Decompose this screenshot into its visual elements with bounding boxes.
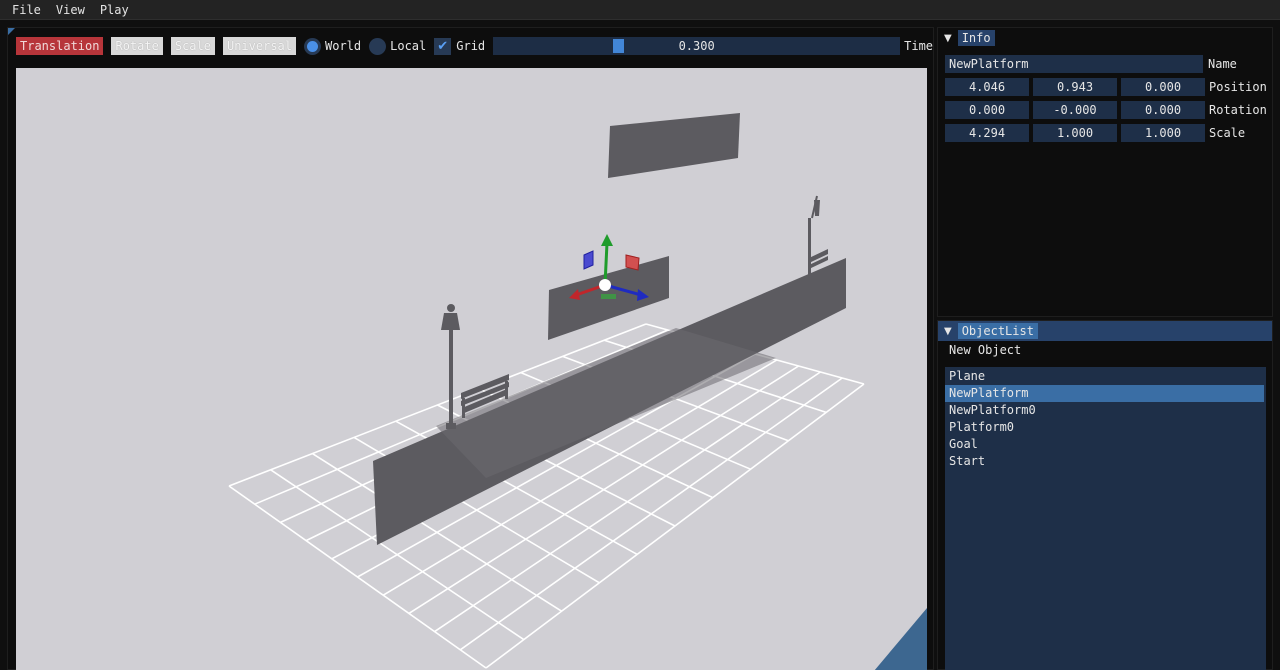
name-label: Name xyxy=(1208,57,1237,71)
object-list: Plane NewPlatform NewPlatform0 Platform0… xyxy=(945,367,1266,670)
menu-view[interactable]: View xyxy=(48,0,92,20)
translation-button[interactable]: Translation xyxy=(16,37,103,55)
object-list-window: ▼ ObjectList New Object Plane NewPlatfor… xyxy=(937,320,1273,670)
rotation-row: 0.000 -0.000 0.000 Rotation xyxy=(945,101,1267,119)
local-radio[interactable]: Local xyxy=(369,38,426,55)
menu-bar: File View Play xyxy=(0,0,1280,20)
street-lamp-left xyxy=(441,304,460,429)
ground-grid xyxy=(229,324,864,668)
time-slider-value: 0.300 xyxy=(493,37,900,55)
scale-y-field[interactable]: 1.000 xyxy=(1033,124,1117,142)
rotation-x-field[interactable]: 0.000 xyxy=(945,101,1029,119)
grid-label: Grid xyxy=(456,39,485,53)
grid-checkbox[interactable]: ✔ Grid xyxy=(434,38,485,55)
local-label: Local xyxy=(390,39,426,53)
list-item-plane[interactable]: Plane xyxy=(945,368,1266,385)
scene-window: Translation Rotate Scale Universal World… xyxy=(7,27,934,670)
menu-play[interactable]: Play xyxy=(92,0,136,20)
position-label: Position xyxy=(1209,80,1267,94)
scale-button[interactable]: Scale xyxy=(171,37,215,55)
rotate-button[interactable]: Rotate xyxy=(111,37,162,55)
position-x-field[interactable]: 4.046 xyxy=(945,78,1029,96)
list-item-goal[interactable]: Goal xyxy=(945,436,1266,453)
info-window: ▼ Info NewPlatform Name 4.046 0.943 0.00… xyxy=(937,27,1273,317)
time-label: Time xyxy=(904,39,933,53)
universal-button[interactable]: Universal xyxy=(223,37,296,55)
object-list-title-bar[interactable]: ▼ ObjectList xyxy=(938,321,1272,341)
radio-on-icon xyxy=(304,38,321,55)
position-row: 4.046 0.943 0.000 Position xyxy=(945,78,1267,96)
time-slider[interactable]: 0.300 xyxy=(493,37,900,55)
scale-x-field[interactable]: 4.294 xyxy=(945,124,1029,142)
object-list-title: ObjectList xyxy=(958,323,1038,339)
rotation-z-field[interactable]: 0.000 xyxy=(1121,101,1205,119)
list-item-platform0[interactable]: Platform0 xyxy=(945,419,1266,436)
radio-off-icon xyxy=(369,38,386,55)
rotation-y-field[interactable]: -0.000 xyxy=(1033,101,1117,119)
checkmark-icon: ✔ xyxy=(434,38,451,55)
floating-platform-top xyxy=(608,113,740,178)
name-row: NewPlatform Name xyxy=(945,55,1237,73)
world-label: World xyxy=(325,39,361,53)
name-field[interactable]: NewPlatform xyxy=(945,55,1203,73)
menu-file[interactable]: File xyxy=(0,0,48,20)
list-item-start[interactable]: Start xyxy=(945,453,1266,470)
collapse-arrow-icon[interactable]: ▼ xyxy=(944,33,952,44)
window-corner-marker xyxy=(8,28,15,35)
collapse-arrow-icon[interactable]: ▼ xyxy=(944,326,952,337)
gizmo-toolbar: Translation Rotate Scale Universal World… xyxy=(16,36,933,56)
rotation-label: Rotation xyxy=(1209,103,1267,117)
position-y-field[interactable]: 0.943 xyxy=(1033,78,1117,96)
blue-plane-corner xyxy=(874,608,927,670)
list-item-newplatform[interactable]: NewPlatform xyxy=(945,385,1264,402)
world-radio[interactable]: World xyxy=(304,38,361,55)
position-z-field[interactable]: 0.000 xyxy=(1121,78,1205,96)
new-object-button[interactable]: New Object xyxy=(938,341,1272,359)
info-title-bar[interactable]: ▼ Info xyxy=(938,28,1272,48)
info-title: Info xyxy=(958,30,995,46)
scene-viewport[interactable] xyxy=(16,68,927,670)
scale-label: Scale xyxy=(1209,126,1245,140)
list-item-newplatform0[interactable]: NewPlatform0 xyxy=(945,402,1266,419)
scale-row: 4.294 1.000 1.000 Scale xyxy=(945,124,1245,142)
scale-z-field[interactable]: 1.000 xyxy=(1121,124,1205,142)
scene-render xyxy=(16,68,927,670)
